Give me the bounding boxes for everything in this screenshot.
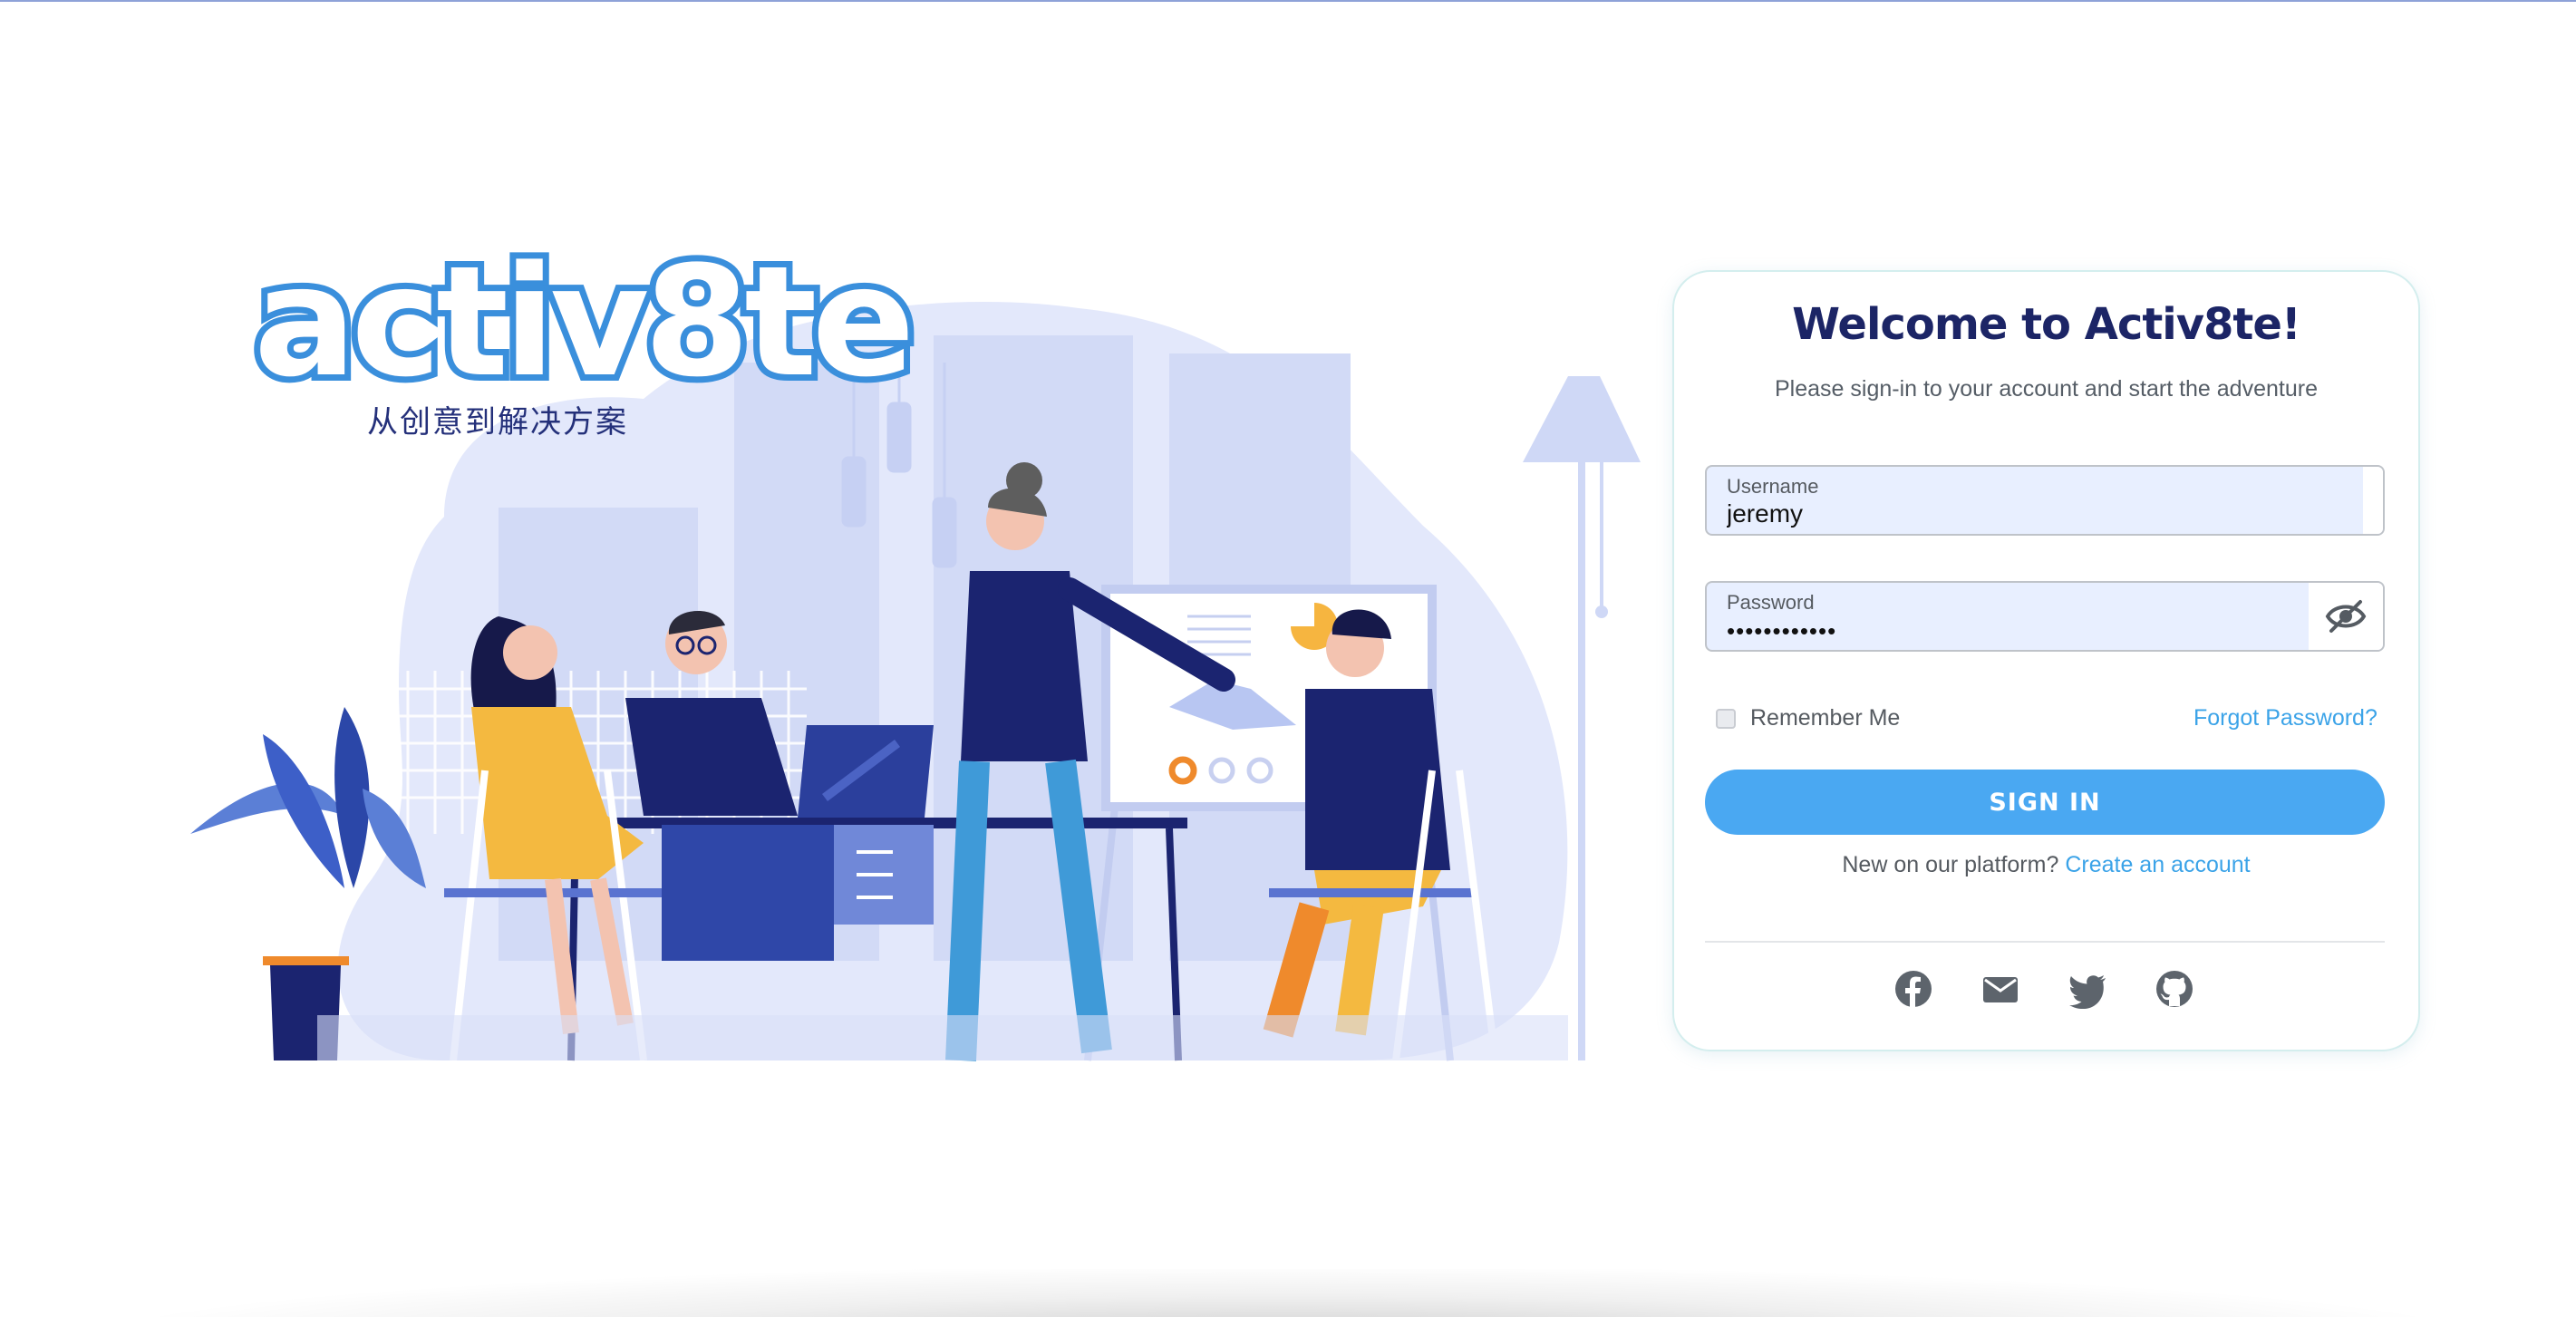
new-platform-prompt: New on our platform? (1842, 852, 2059, 877)
forgot-password-link[interactable]: Forgot Password? (2193, 705, 2377, 731)
password-visibility-toggle[interactable] (2309, 583, 2383, 650)
page-subtitle: Please sign-in to your account and start… (1775, 376, 2318, 402)
remember-me-checkbox[interactable] (1716, 708, 1736, 729)
social-login-row (1893, 968, 2195, 1010)
email-icon (1983, 977, 2018, 1002)
email-login-button[interactable] (1980, 968, 2021, 1010)
username-field-edge (2363, 467, 2383, 534)
password-field[interactable]: Password •••••••••••• (1705, 581, 2385, 652)
divider (1705, 941, 2385, 943)
logo-wordmark: activ8te (247, 233, 922, 411)
page-title: Welcome to Activ8te! (1792, 299, 2301, 350)
remember-me[interactable]: Remember Me (1716, 705, 1900, 731)
github-icon (2156, 971, 2193, 1007)
twitter-icon (2069, 975, 2106, 1009)
password-label: Password (1727, 591, 1815, 614)
remember-me-label: Remember Me (1750, 705, 1901, 731)
eye-off-icon (2325, 600, 2367, 633)
password-input[interactable]: •••••••••••• (1727, 617, 2307, 645)
github-login-button[interactable] (2154, 968, 2195, 1010)
create-account-link[interactable]: Create an account (2065, 852, 2250, 877)
bottom-shadow (145, 1269, 2429, 1317)
username-field[interactable]: Username (1705, 465, 2385, 536)
sign-in-button[interactable]: SIGN IN (1705, 770, 2385, 835)
username-input[interactable] (1727, 499, 2307, 528)
brand-logo: activ8te 从创意到解决方案 (247, 233, 922, 444)
top-border (0, 0, 2576, 2)
username-label: Username (1727, 475, 1819, 498)
facebook-login-button[interactable] (1893, 968, 1934, 1010)
create-account-row: New on our platform? Create an account (1672, 852, 2420, 878)
twitter-login-button[interactable] (2067, 968, 2108, 1010)
facebook-icon (1895, 971, 1932, 1007)
